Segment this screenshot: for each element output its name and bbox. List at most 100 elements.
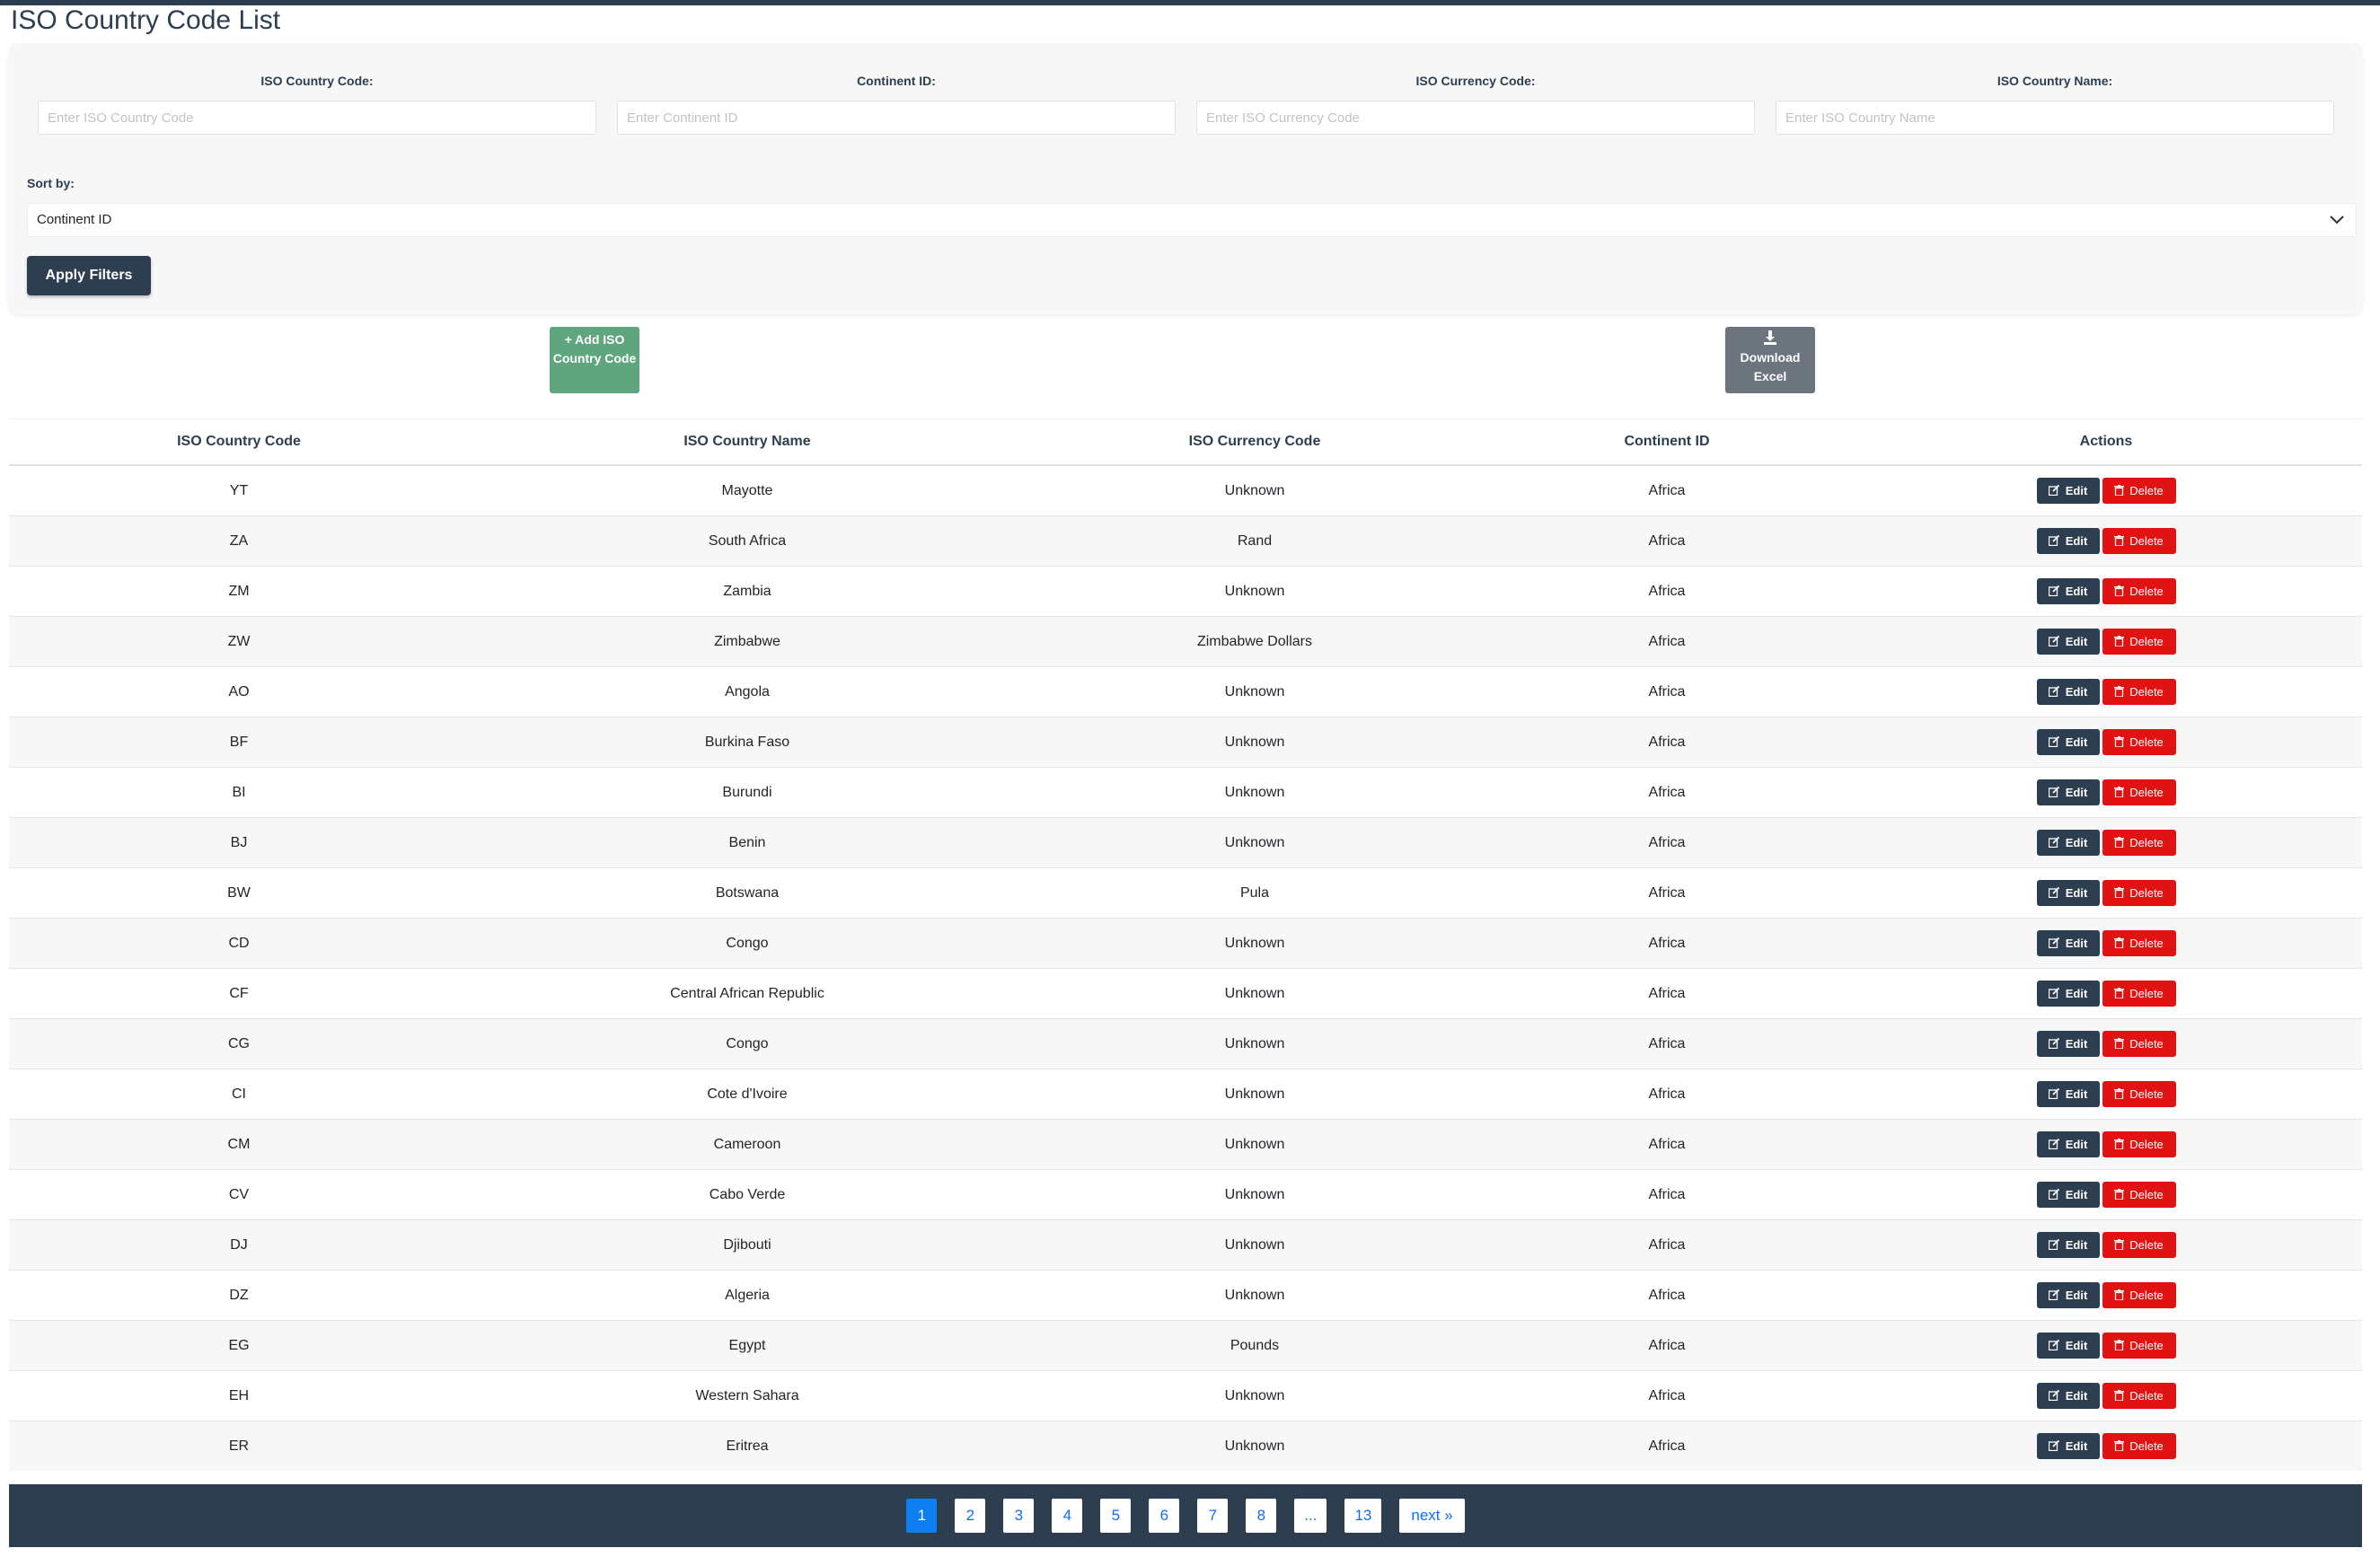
trash-icon — [2114, 535, 2125, 547]
delete-button[interactable]: Delete — [2102, 1031, 2176, 1057]
actions-cell: Edit Delete — [1850, 1169, 2362, 1220]
header-country-code[interactable]: ISO Country Code — [9, 418, 469, 466]
header-continent-id[interactable]: Continent ID — [1484, 418, 1850, 466]
delete-button[interactable]: Delete — [2102, 1333, 2176, 1359]
country-code-filter: ISO Country Code: — [38, 72, 596, 135]
page-link-8[interactable]: 8 — [1246, 1499, 1277, 1533]
delete-button[interactable]: Delete — [2102, 1232, 2176, 1258]
edit-button[interactable]: Edit — [2036, 578, 2100, 604]
country-code-cell: CI — [9, 1069, 469, 1120]
edit-button[interactable]: Edit — [2036, 1131, 2100, 1157]
edit-button[interactable]: Edit — [2036, 1232, 2100, 1258]
page-link-3[interactable]: 3 — [1003, 1499, 1035, 1533]
country-code-input[interactable] — [38, 101, 596, 135]
edit-button[interactable]: Edit — [2036, 1433, 2100, 1459]
page-link-13[interactable]: 13 — [1344, 1499, 1382, 1533]
edit-icon — [2048, 886, 2059, 899]
edit-label: Edit — [2065, 1339, 2088, 1352]
currency-code-input[interactable] — [1196, 101, 1755, 135]
edit-button[interactable]: Edit — [2036, 880, 2100, 906]
edit-label: Edit — [2065, 534, 2088, 548]
trash-icon — [2114, 937, 2125, 949]
download-icon — [1725, 330, 1815, 348]
delete-button[interactable]: Delete — [2102, 679, 2176, 705]
delete-button[interactable]: Delete — [2102, 478, 2176, 504]
sort-by-value: Continent ID — [37, 212, 112, 227]
actions-cell: Edit Delete — [1850, 464, 2362, 516]
actions-cell: Edit Delete — [1850, 1119, 2362, 1170]
delete-button[interactable]: Delete — [2102, 729, 2176, 755]
page-link-5[interactable]: 5 — [1100, 1499, 1132, 1533]
edit-icon — [2048, 1238, 2059, 1251]
delete-button[interactable]: Delete — [2102, 1081, 2176, 1107]
delete-button[interactable]: Delete — [2102, 1433, 2176, 1459]
page-link-6[interactable]: 6 — [1149, 1499, 1180, 1533]
edit-button[interactable]: Edit — [2036, 1333, 2100, 1359]
edit-label: Edit — [2065, 484, 2088, 497]
continent-id-cell: Africa — [1484, 717, 1850, 768]
add-iso-country-code-button[interactable]: + Add ISO Country Code — [550, 327, 639, 393]
table-row: CM Cameroon Unknown Africa Edit Delete — [9, 1119, 2362, 1170]
chevron-down-icon — [2329, 204, 2345, 246]
delete-button[interactable]: Delete — [2102, 1383, 2176, 1409]
download-excel-button[interactable]: Download Excel — [1725, 327, 1815, 393]
continent-id-input[interactable] — [617, 101, 1176, 135]
edit-button[interactable]: Edit — [2036, 679, 2100, 705]
country-code-cell: EH — [9, 1370, 469, 1421]
delete-button[interactable]: Delete — [2102, 578, 2176, 604]
page-link-7[interactable]: 7 — [1197, 1499, 1229, 1533]
delete-button[interactable]: Delete — [2102, 1131, 2176, 1157]
edit-button[interactable]: Edit — [2036, 528, 2100, 554]
page-link-1[interactable]: 1 — [906, 1499, 938, 1533]
page-link-2[interactable]: 2 — [955, 1499, 986, 1533]
delete-button[interactable]: Delete — [2102, 1182, 2176, 1208]
delete-button[interactable]: Delete — [2102, 779, 2176, 805]
table-row: DZ Algeria Unknown Africa Edit Delete — [9, 1270, 2362, 1321]
edit-button[interactable]: Edit — [2036, 981, 2100, 1007]
country-name-cell: Eritrea — [469, 1421, 1026, 1471]
edit-button[interactable]: Edit — [2036, 478, 2100, 504]
currency-code-cell: Zimbabwe Dollars — [1026, 616, 1484, 667]
edit-button[interactable]: Edit — [2036, 1383, 2100, 1409]
edit-button[interactable]: Edit — [2036, 1182, 2100, 1208]
edit-button[interactable]: Edit — [2036, 1081, 2100, 1107]
continent-id-cell: Africa — [1484, 1370, 1850, 1421]
delete-button[interactable]: Delete — [2102, 981, 2176, 1007]
table-row: AO Angola Unknown Africa Edit Delete — [9, 666, 2362, 717]
edit-icon — [2048, 987, 2059, 999]
table-row: ZA South Africa Rand Africa Edit Delete — [9, 515, 2362, 567]
country-code-cell: CV — [9, 1169, 469, 1220]
delete-button[interactable]: Delete — [2102, 830, 2176, 856]
table-row: BI Burundi Unknown Africa Edit Delete — [9, 767, 2362, 818]
trash-icon — [2114, 636, 2125, 647]
continent-id-cell: Africa — [1484, 464, 1850, 516]
apply-filters-button[interactable]: Apply Filters — [27, 256, 151, 295]
edit-button[interactable]: Edit — [2036, 830, 2100, 856]
edit-button[interactable]: Edit — [2036, 779, 2100, 805]
edit-icon — [2048, 1439, 2059, 1452]
page-link-4[interactable]: 4 — [1052, 1499, 1083, 1533]
sort-by-select[interactable]: Continent ID — [27, 203, 2357, 237]
next-page-link[interactable]: next » — [1399, 1499, 1465, 1533]
edit-label: Edit — [2065, 1087, 2088, 1101]
header-currency-code[interactable]: ISO Currency Code — [1026, 418, 1484, 466]
edit-button[interactable]: Edit — [2036, 729, 2100, 755]
edit-icon — [2048, 484, 2059, 497]
edit-button[interactable]: Edit — [2036, 629, 2100, 655]
delete-button[interactable]: Delete — [2102, 930, 2176, 956]
delete-label: Delete — [2129, 1138, 2164, 1151]
table-row: YT Mayotte Unknown Africa Edit Delete — [9, 464, 2362, 516]
country-name-cell: Botswana — [469, 867, 1026, 919]
country-name-input[interactable] — [1776, 101, 2334, 135]
edit-button[interactable]: Edit — [2036, 930, 2100, 956]
edit-label: Edit — [2065, 786, 2088, 799]
delete-button[interactable]: Delete — [2102, 528, 2176, 554]
edit-button[interactable]: Edit — [2036, 1282, 2100, 1308]
edit-button[interactable]: Edit — [2036, 1031, 2100, 1057]
delete-button[interactable]: Delete — [2102, 880, 2176, 906]
delete-button[interactable]: Delete — [2102, 629, 2176, 655]
edit-icon — [2048, 1087, 2059, 1100]
delete-button[interactable]: Delete — [2102, 1282, 2176, 1308]
header-country-name[interactable]: ISO Country Name — [469, 418, 1026, 466]
edit-label: Edit — [2065, 685, 2088, 699]
